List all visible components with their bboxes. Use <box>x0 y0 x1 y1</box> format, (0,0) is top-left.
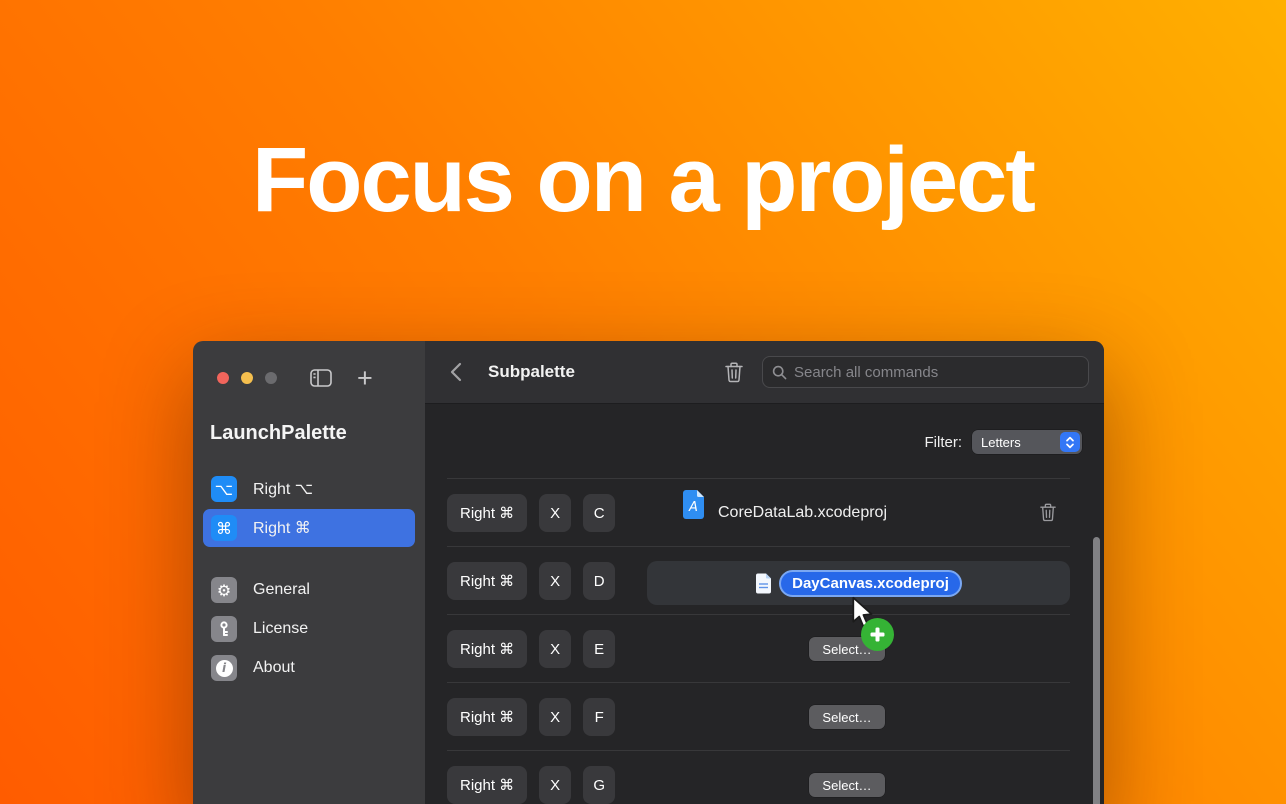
modifier-key-chip: Right ⌘ <box>447 630 528 668</box>
key-chip: X <box>539 562 572 600</box>
sidebar-section-gap <box>193 548 425 570</box>
option-key-icon: ⌥ <box>211 476 237 502</box>
key-icon <box>211 616 237 642</box>
sidebar-item-right-option[interactable]: ⌥ Right ⌥ <box>203 470 415 508</box>
key-chip: X <box>539 494 572 532</box>
toolbar: Subpalette <box>425 341 1104 404</box>
sidebar-item-license[interactable]: License <box>203 610 415 648</box>
drag-copy-plus-icon <box>861 618 894 651</box>
back-chevron-icon[interactable] <box>450 362 462 382</box>
key-chip: X <box>539 630 572 668</box>
shortcut-row-e: Right ⌘ X E Select… <box>447 614 1070 682</box>
delete-palette-trash-icon[interactable] <box>725 362 743 383</box>
chevron-up-down-icon <box>1060 432 1080 452</box>
modifier-key-chip: Right ⌘ <box>447 698 528 736</box>
shortcut-row-c: Right ⌘ X C A CoreDataLab.xcodeproj <box>447 478 1070 546</box>
search-icon <box>772 365 787 379</box>
key-chip: X <box>539 698 572 736</box>
main-panel: Subpalette Filter <box>425 341 1104 804</box>
sidebar-item-label: About <box>253 659 295 676</box>
search-field[interactable] <box>762 356 1089 388</box>
key-chip: G <box>583 766 616 804</box>
close-window-button[interactable] <box>217 372 229 384</box>
sidebar: + LaunchPalette ⌥ Right ⌥ ⌘ Right ⌘ ⚙ Ge… <box>193 341 425 804</box>
app-title: LaunchPalette <box>210 422 347 444</box>
modifier-key-chip: Right ⌘ <box>447 562 528 600</box>
key-chip: X <box>539 766 572 804</box>
assigned-file-name: CoreDataLab.xcodeproj <box>718 504 887 521</box>
sidebar-item-right-command[interactable]: ⌘ Right ⌘ <box>203 509 415 547</box>
document-icon <box>756 573 772 593</box>
search-input[interactable] <box>794 363 1079 381</box>
shortcut-row-g: Right ⌘ X G Select… <box>447 750 1070 804</box>
zoom-window-button[interactable] <box>265 372 277 384</box>
modifier-key-chip: Right ⌘ <box>447 766 528 804</box>
sidebar-item-general[interactable]: ⚙ General <box>203 571 415 609</box>
select-file-button[interactable]: Select… <box>809 773 885 797</box>
xcodeproj-file-icon: A <box>682 490 705 524</box>
shortcut-row-f: Right ⌘ X F Select… <box>447 682 1070 750</box>
filter-popup-value: Letters <box>981 434 1021 450</box>
gear-icon: ⚙ <box>211 577 237 603</box>
launchpalette-window: + LaunchPalette ⌥ Right ⌥ ⌘ Right ⌘ ⚙ Ge… <box>193 341 1104 804</box>
dragged-file-pill: DayCanvas.xcodeproj <box>779 569 962 597</box>
commands-panel: Filter: Letters Right ⌘ X C A CoreDataLa… <box>425 404 1104 804</box>
sidebar-item-label: License <box>253 620 309 637</box>
minimize-window-button[interactable] <box>241 372 253 384</box>
sidebar-item-label: Right ⌥ <box>253 481 314 498</box>
select-file-button[interactable]: Select… <box>809 705 885 729</box>
svg-text:A: A <box>688 500 698 515</box>
key-chip: D <box>583 562 616 600</box>
info-icon: i <box>211 655 237 681</box>
sidebar-item-about[interactable]: i About <box>203 649 415 687</box>
vertical-scrollbar[interactable] <box>1093 537 1100 804</box>
command-key-icon: ⌘ <box>211 515 237 541</box>
sidebar-item-label: Right ⌘ <box>253 520 311 537</box>
remove-file-trash-icon[interactable] <box>1040 503 1056 522</box>
filter-popup-button[interactable]: Letters <box>972 430 1082 454</box>
modifier-key-chip: Right ⌘ <box>447 494 528 532</box>
key-chip: C <box>583 494 616 532</box>
sidebar-item-label: General <box>253 581 310 598</box>
shortcut-list: Right ⌘ X C A CoreDataLab.xcodeproj Righ… <box>447 478 1070 804</box>
toggle-sidebar-icon[interactable] <box>310 369 332 387</box>
toolbar-title: Subpalette <box>488 362 575 381</box>
window-titlebar: + <box>193 341 425 392</box>
key-chip: E <box>583 630 616 668</box>
filter-label: Filter: <box>924 433 963 451</box>
add-palette-icon[interactable]: + <box>357 365 373 392</box>
shortcut-row-d: Right ⌘ X D DayCanvas.xcodeproj <box>447 546 1070 614</box>
sidebar-nav: ⌥ Right ⌥ ⌘ Right ⌘ ⚙ General License i … <box>193 470 425 687</box>
page-title: Focus on a project <box>252 129 1036 231</box>
key-chip: F <box>583 698 616 736</box>
